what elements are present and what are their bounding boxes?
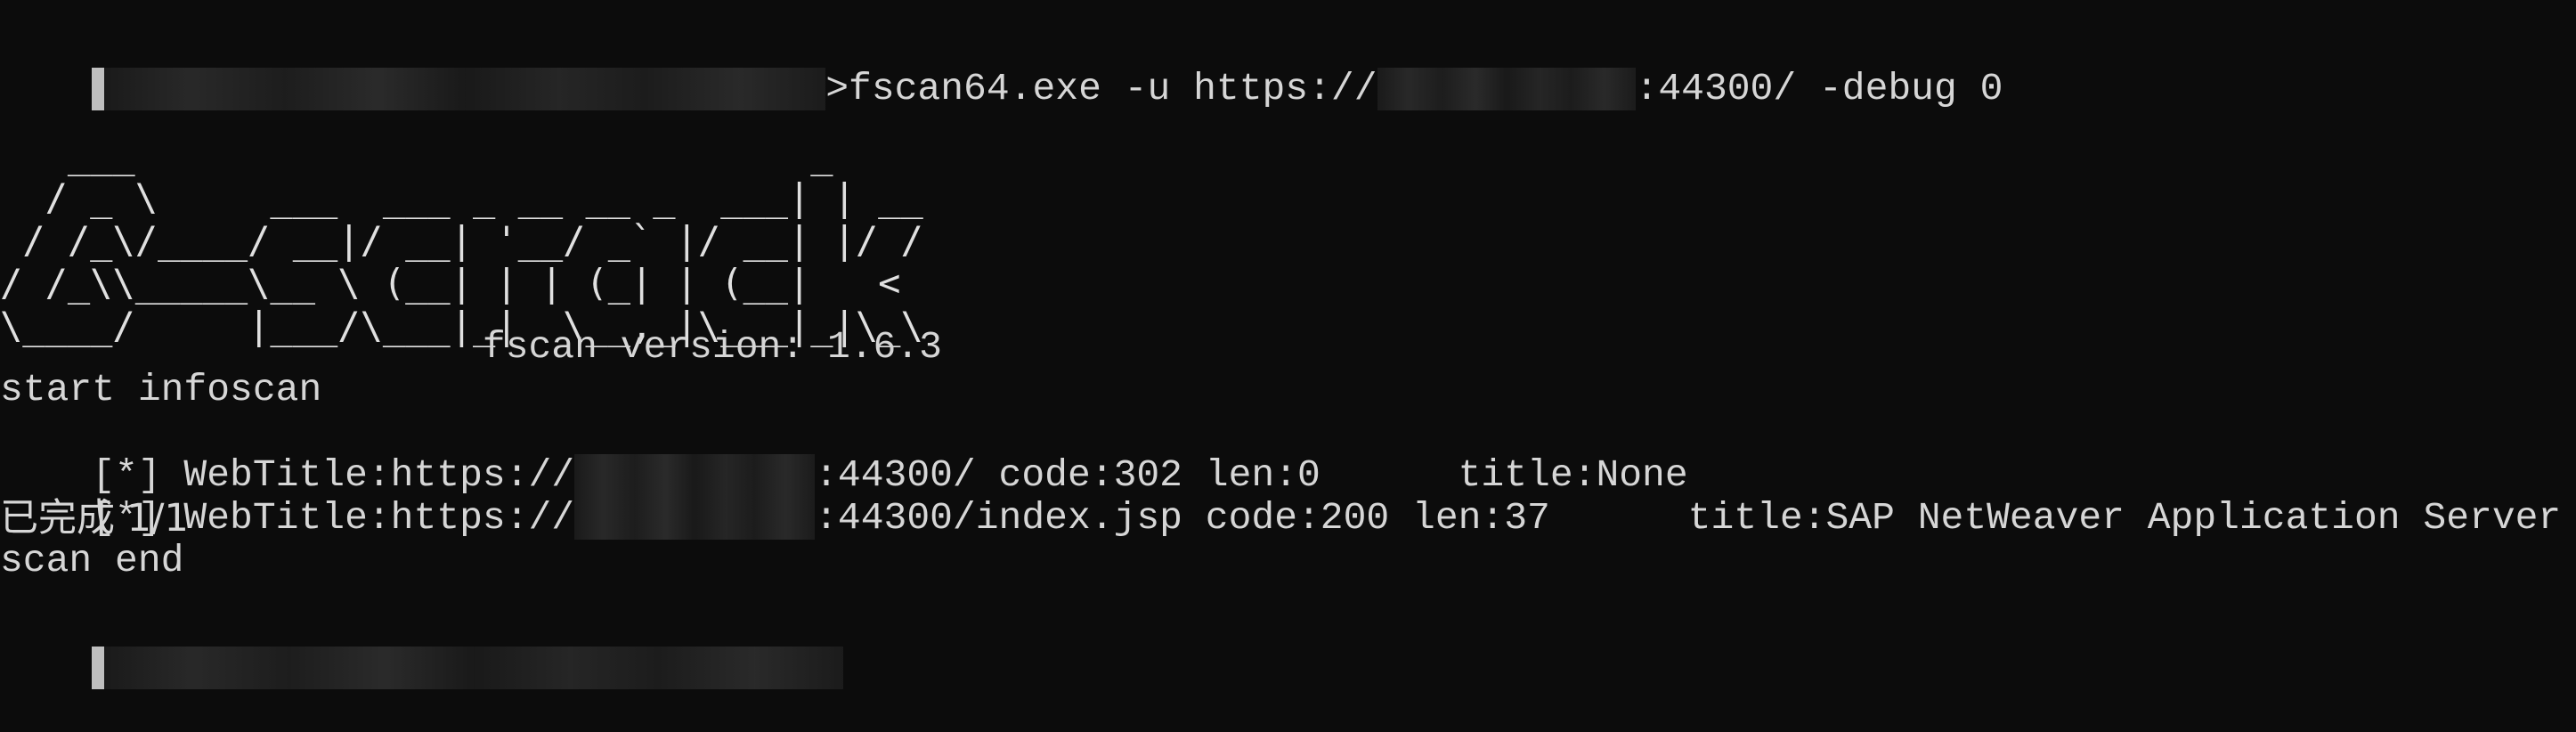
command-prefix: >fscan64.exe -u https:// [825, 67, 1377, 110]
terminal-window[interactable]: >fscan64.exe -u https:// :44300/ -debug 0… [0, 0, 2576, 689]
version-line: fscan version: 1.6.3 [0, 325, 942, 369]
redacted-path [104, 68, 826, 110]
result-line: [*] WebTitle:https://:44300/index.jsp co… [0, 454, 2576, 540]
command-suffix: :44300/ -debug 0 [1635, 67, 2003, 110]
fscan-ascii-logo: ___ _ / _ \ ___ ___ _ __ __ _ ___| | __ … [0, 133, 923, 347]
prompt-marker [92, 647, 105, 689]
redacted-path [104, 647, 844, 689]
result-line: [*] WebTitle:https://:44300/ code:302 le… [0, 411, 1688, 497]
redacted-host [1377, 68, 1636, 110]
start-line: start infoscan [0, 368, 322, 411]
result-suffix: :44300/index.jsp code:200 len:37 title:S… [815, 496, 2576, 540]
end-line: scan end [0, 539, 184, 582]
prompt-line: >fscan64.exe -u https:// :44300/ -debug 0 [0, 25, 2003, 110]
next-prompt-line[interactable] [0, 604, 844, 689]
progress-line: 已完成 1/1 [0, 496, 189, 541]
prompt-marker [92, 68, 105, 110]
redacted-host [574, 497, 816, 540]
